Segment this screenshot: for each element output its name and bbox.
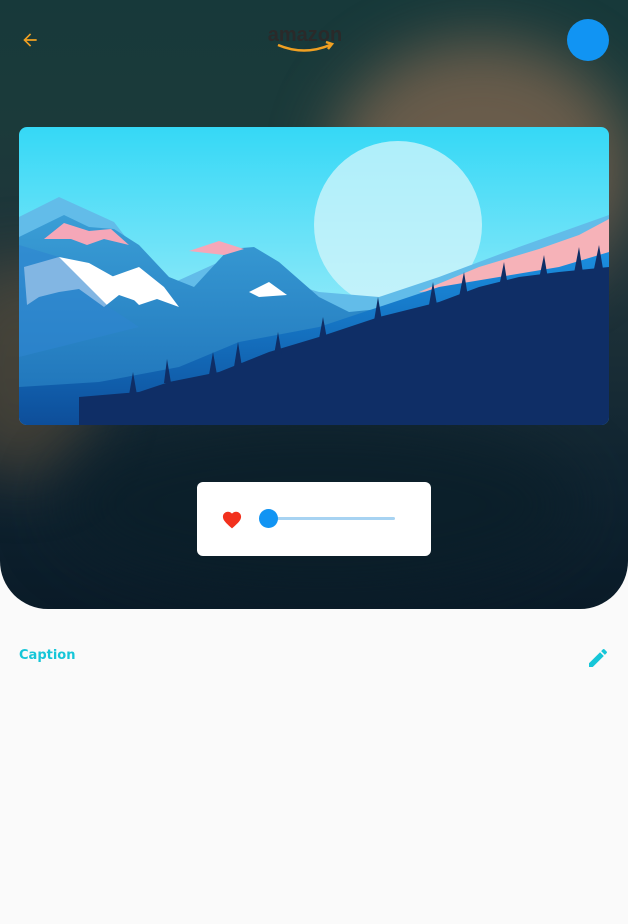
edit-caption-button[interactable]	[586, 646, 610, 670]
pencil-icon	[589, 648, 608, 667]
hero-background: amazon	[0, 0, 628, 609]
landscape-image	[19, 127, 609, 425]
profile-action-button[interactable]	[567, 19, 609, 61]
progress-slider[interactable]	[258, 509, 395, 528]
like-button[interactable]	[221, 509, 243, 529]
media-player-card	[197, 482, 431, 556]
caption-field[interactable]: Caption	[19, 648, 75, 663]
heart-icon	[222, 511, 242, 529]
amazon-logo: amazon	[264, 24, 346, 56]
progress-thumb[interactable]	[258, 509, 278, 528]
arrow-back-icon	[23, 33, 37, 47]
back-button[interactable]	[14, 24, 46, 56]
